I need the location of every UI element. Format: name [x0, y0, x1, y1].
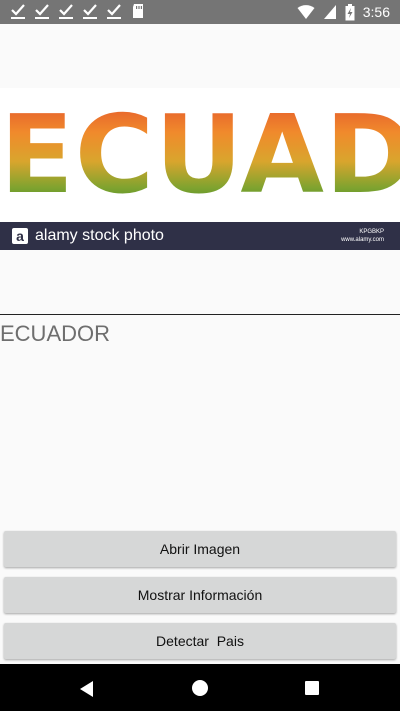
- watermark-brand: alamy stock photo: [35, 227, 164, 244]
- home-icon[interactable]: [191, 679, 209, 697]
- check-notification-icon: [11, 4, 25, 19]
- cellular-signal-icon: [323, 5, 336, 19]
- open-image-button[interactable]: Abrir Imagen: [4, 531, 396, 567]
- notification-icons: [10, 2, 146, 20]
- navigation-bar: [0, 664, 400, 711]
- watermark-code: KPGBKP: [359, 229, 384, 235]
- check-notification-icon: [35, 4, 49, 19]
- app-screen: 3:56 ECUADOR a alamy stock photo KPGBKP …: [0, 0, 400, 711]
- system-icons: 3:56: [297, 2, 390, 22]
- detect-country-button[interactable]: Detectar Pais: [4, 623, 396, 659]
- divider: [0, 314, 400, 315]
- show-info-button[interactable]: Mostrar Información: [4, 577, 396, 613]
- sd-card-icon: [133, 4, 143, 18]
- wifi-icon: [297, 5, 315, 19]
- detected-text: ECUADOR: [0, 321, 111, 346]
- recents-icon[interactable]: [305, 681, 319, 695]
- watermark-site: www.alamy.com: [341, 237, 384, 243]
- alamy-logo: a: [12, 228, 28, 244]
- check-notification-icon: [83, 4, 97, 19]
- watermark-bar: a alamy stock photo KPGBKP www.alamy.com: [0, 222, 400, 250]
- selected-image: ECUADOR a alamy stock photo KPGBKP www.a…: [0, 88, 400, 250]
- status-bar: 3:56: [0, 0, 400, 24]
- clock: 3:56: [362, 4, 390, 20]
- battery-charging-icon: [345, 3, 355, 20]
- back-icon[interactable]: [79, 680, 95, 698]
- image-word: ECUADOR: [0, 93, 400, 218]
- check-notification-icon: [107, 4, 121, 19]
- check-notification-icon: [59, 4, 73, 19]
